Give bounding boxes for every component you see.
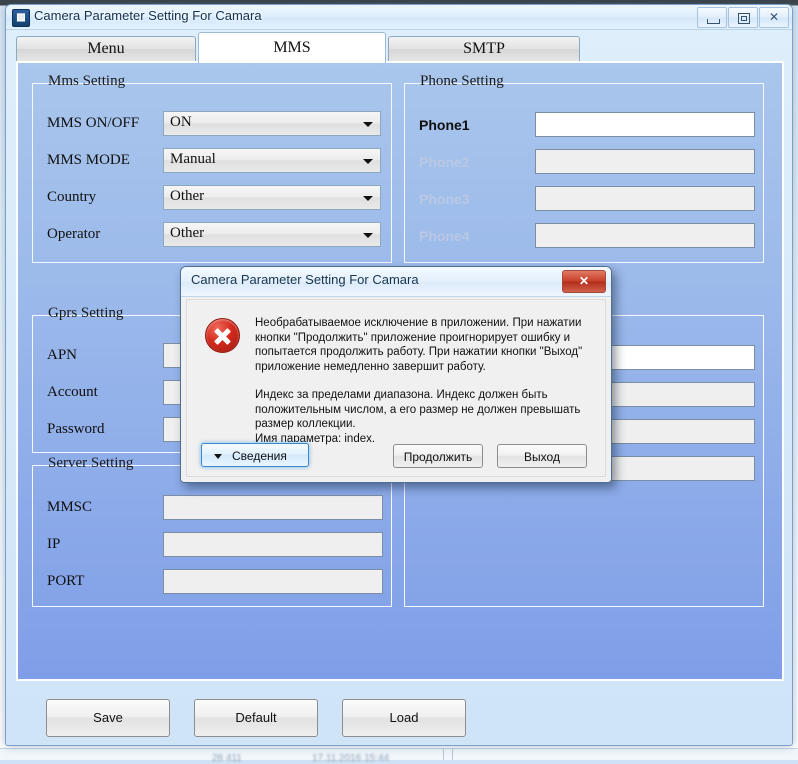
load-button[interactable]: Load [342,699,466,737]
label-port: PORT [47,573,84,590]
combo-mms-mode[interactable]: Manual [163,148,381,173]
error-message-main: Необрабатываемое исключение в приложении… [255,316,593,374]
details-button-label: Сведения [232,449,287,463]
group-label-phone-setting: Phone Setting [415,73,509,90]
window-title: Camera Parameter Setting For Camara [34,8,262,23]
error-circle-x-icon [205,318,240,353]
error-dialog-close-button[interactable]: ✕ [562,270,606,293]
label-phone3: Phone3 [419,191,470,207]
chevron-down-icon [363,159,373,164]
group-server-setting: Server Setting MMSC IP PORT [32,465,392,607]
save-button[interactable]: Save [46,699,170,737]
combo-operator[interactable]: Other [163,222,381,247]
input-mmsc[interactable] [163,495,383,520]
label-password: Password [47,421,105,438]
label-apn: APN [47,347,77,364]
label-ip: IP [47,536,60,553]
input-ip[interactable] [163,532,383,557]
default-button[interactable]: Default [194,699,318,737]
minimize-button[interactable] [697,7,727,28]
group-phone-setting: Phone Setting Phone1 Phone2 Phone3 Phone… [404,83,764,263]
label-mms-onoff: MMS ON/OFF [47,115,139,132]
combo-mms-onoff[interactable]: ON [163,111,381,136]
tab-smtp[interactable]: SMTP [388,36,580,61]
error-message-detail: Индекс за пределами диапазона. Индекс до… [255,388,593,446]
error-dialog-title-bar[interactable]: Camera Parameter Setting For Camara ✕ [181,267,611,297]
window-controls: ✕ [696,7,789,28]
label-phone2: Phone2 [419,154,470,170]
close-icon: ✕ [760,8,788,27]
combo-country-value: Other [170,188,204,205]
label-country: Country [47,189,96,206]
group-mms-setting: Mms Setting MMS ON/OFF ON MMS MODE Manua… [32,83,392,263]
combo-operator-value: Other [170,225,204,242]
exit-button[interactable]: Выход [497,444,587,468]
continue-button[interactable]: Продолжить [393,444,483,468]
chevron-down-icon [363,196,373,201]
error-dialog: Camera Parameter Setting For Camara ✕ Не… [180,266,612,483]
chevron-down-icon [363,122,373,127]
label-mms-mode: MMS MODE [47,152,130,169]
maximize-icon [738,13,750,24]
close-icon: ✕ [579,274,589,288]
error-dialog-body: Необрабатываемое исключение в приложении… [186,299,606,477]
minimize-icon [707,19,720,24]
background-status-divider-2 [452,749,453,760]
input-phone1[interactable] [535,112,755,137]
tab-menu[interactable]: Menu [16,36,196,61]
input-phone4[interactable] [535,223,755,248]
details-button[interactable]: Сведения [201,443,309,467]
window-title-bar[interactable]: ▩ Camera Parameter Setting For Camara ✕ [6,5,792,30]
label-mmsc: MMSC [47,499,92,516]
background-status-strip: 28 411 17.11.2016 15:44 [0,748,798,760]
label-phone1: Phone1 [419,117,470,133]
error-dialog-title: Camera Parameter Setting For Camara [191,272,419,287]
combo-mms-mode-value: Manual [170,151,216,168]
label-account: Account [47,384,98,401]
close-button[interactable]: ✕ [759,7,789,28]
label-operator: Operator [47,226,100,243]
maximize-button[interactable] [728,7,758,28]
chevron-down-icon [363,233,373,238]
input-phone3[interactable] [535,186,755,211]
group-label-gprs-setting: Gprs Setting [43,305,128,322]
tab-strip: Menu MMS SMTP [16,32,784,60]
input-phone2[interactable] [535,149,755,174]
group-label-mms-setting: Mms Setting [43,73,130,90]
tab-mms[interactable]: MMS [198,32,386,63]
combo-mms-onoff-value: ON [170,114,192,131]
background-status-divider [443,749,444,760]
input-port[interactable] [163,569,383,594]
label-phone4: Phone4 [419,228,470,244]
app-logo-icon: ▩ [12,9,30,27]
group-label-server-setting: Server Setting [43,455,138,472]
chevron-down-icon [214,454,222,459]
combo-country[interactable]: Other [163,185,381,210]
